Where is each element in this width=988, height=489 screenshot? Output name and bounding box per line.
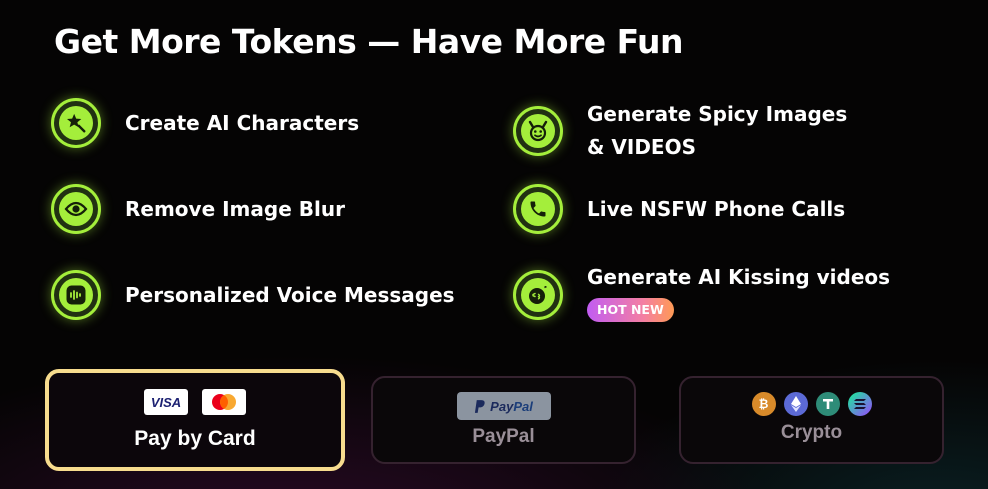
kiss-face-icon [513,270,563,320]
feature-kissing-videos: Generate AI Kissing videos HOT NEW [513,261,890,322]
ethereum-icon [783,392,808,416]
paypal-label: PayPal [472,426,535,447]
feature-label: Generate Spicy Images & VIDEOS [587,98,847,164]
feature-label-group: Generate AI Kissing videos HOT NEW [587,261,890,322]
feature-voice-messages: Personalized Voice Messages [51,270,455,320]
feature-label-line1: Generate Spicy Images [587,102,848,126]
feature-label: Create AI Characters [125,110,360,135]
crypto-label: Crypto [780,422,843,443]
page-title: Get More Tokens — Have More Fun [54,22,684,61]
paypal-icon: Pay Pal [456,392,551,420]
feature-remove-image-blur: Remove Image Blur [51,184,345,234]
feature-spicy-images: Generate Spicy Images & VIDEOS [513,98,847,164]
crypto-coins: ₿ [751,392,872,416]
feature-label: Generate AI Kissing videos [587,265,891,289]
phone-icon [513,184,563,234]
tether-icon [815,392,840,416]
feature-label-line2: & VIDEOS [587,135,696,159]
devil-face-icon [513,106,563,156]
voice-waveform-icon [51,270,101,320]
sparkle-magic-icon [51,98,101,148]
pay-by-card-option[interactable]: VISA Pay by Card [45,369,345,471]
eye-icon [51,184,101,234]
crypto-option[interactable]: ₿ Crypto [679,376,944,464]
feature-create-ai-characters: Create AI Characters [51,98,359,148]
hot-new-badge: HOT NEW [587,298,674,322]
feature-phone-calls: Live NSFW Phone Calls [513,184,845,234]
card-logos: VISA [144,389,246,415]
solana-icon [847,392,872,416]
feature-label: Personalized Voice Messages [125,282,455,307]
visa-icon: VISA [144,389,188,415]
mastercard-icon [202,389,246,415]
feature-label: Remove Image Blur [125,196,345,221]
pay-by-card-label: Pay by Card [134,427,256,450]
bitcoin-icon: ₿ [751,392,776,416]
paypal-option[interactable]: Pay Pal PayPal [371,376,636,464]
feature-label: Live NSFW Phone Calls [587,196,846,221]
